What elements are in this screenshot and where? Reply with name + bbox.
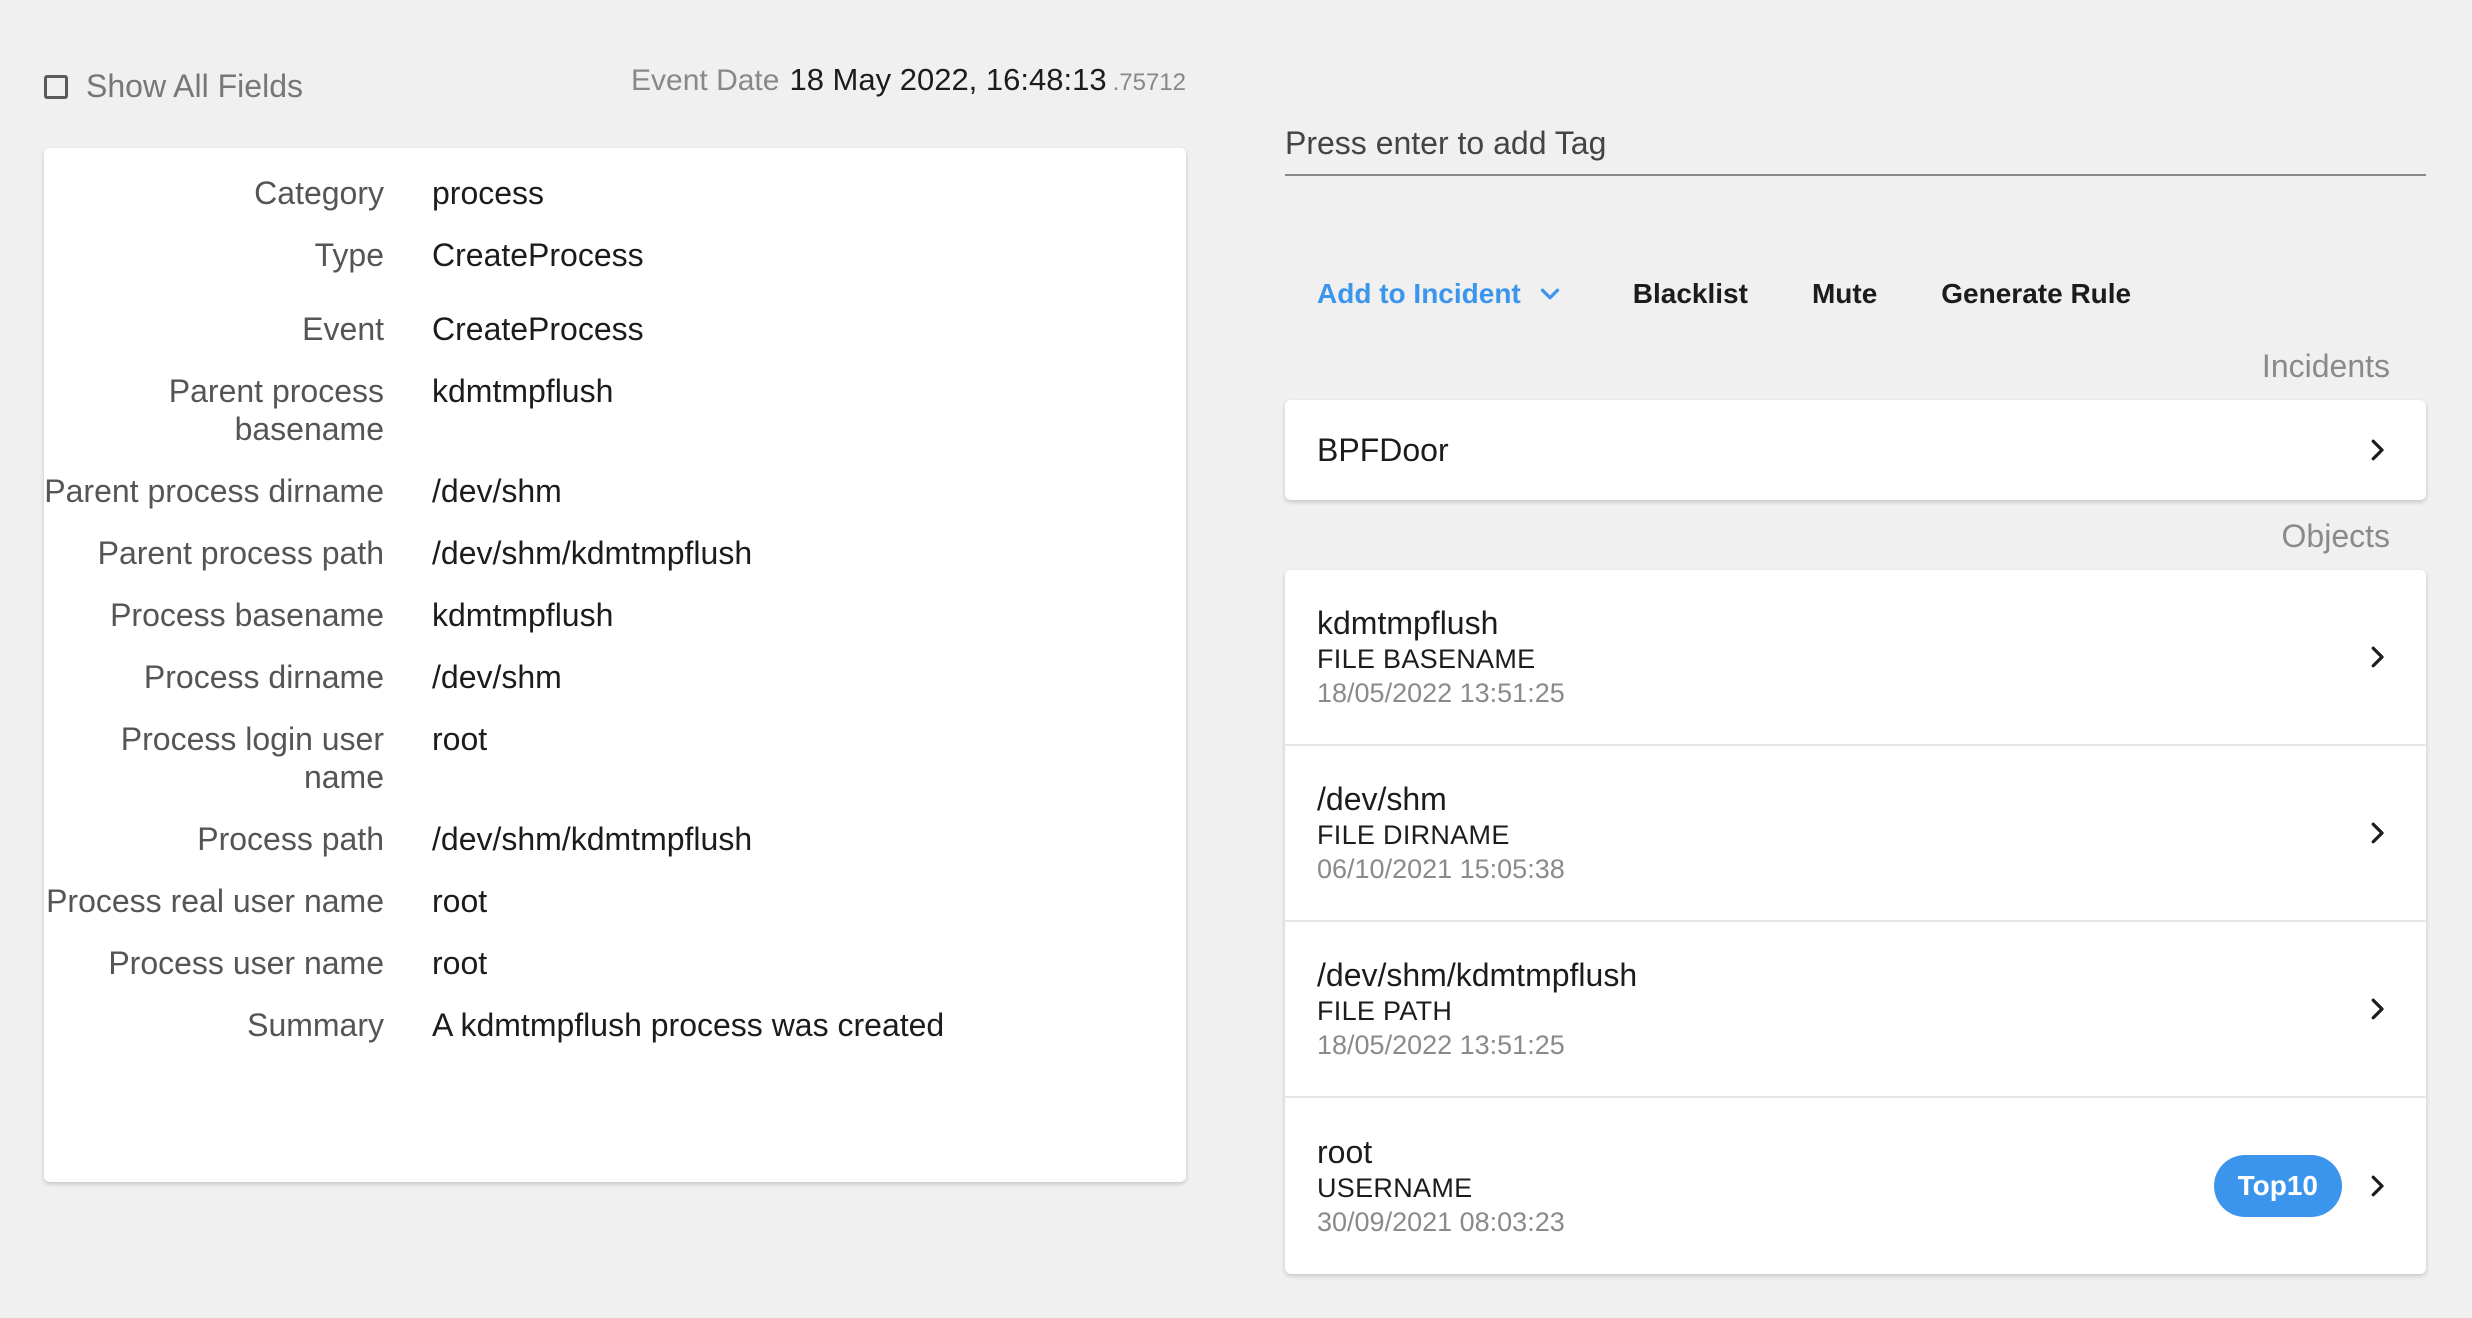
field-row: Parent process dirname /dev/shm (44, 472, 1186, 510)
field-key: Process user name (108, 945, 384, 981)
object-date: 18/05/2022 13:51:25 (1317, 678, 1565, 708)
field-key: Process login user name (120, 721, 384, 795)
field-value: /dev/shm (432, 473, 562, 509)
objects-list: kdmtmpflush FILE BASENAME 18/05/2022 13:… (1285, 570, 2426, 1274)
object-name: /dev/shm/kdmtmpflush (1317, 957, 1638, 993)
object-name: kdmtmpflush (1317, 605, 1499, 641)
field-key: Process real user name (46, 883, 384, 919)
object-type: USERNAME (1317, 1173, 1473, 1203)
right-panel: Add to Incident Blacklist Mute Generate … (1285, 0, 2426, 1318)
field-key: Parent process path (97, 535, 384, 571)
add-to-incident-button[interactable]: Add to Incident (1317, 278, 1565, 310)
field-row: Event CreateProcess (44, 310, 1186, 348)
field-value: A kdmtmpflush process was created (432, 1007, 945, 1043)
field-key: Summary (247, 1007, 384, 1043)
field-row: Process path /dev/shm/kdmtmpflush (44, 820, 1186, 858)
field-key: Event (302, 311, 384, 347)
object-type: FILE PATH (1317, 996, 1453, 1026)
incident-name: BPFDoor (1317, 431, 1449, 468)
field-value: root (432, 721, 488, 757)
object-item[interactable]: root USERNAME 30/09/2021 08:03:23 Top10 (1285, 1098, 2426, 1274)
field-row: Process real user name root (44, 882, 1186, 920)
object-text: /dev/shm/kdmtmpflush FILE PATH 18/05/202… (1317, 956, 1637, 1062)
object-date: 06/10/2021 15:05:38 (1317, 854, 1565, 884)
add-to-incident-label: Add to Incident (1317, 278, 1521, 309)
field-value: kdmtmpflush (432, 373, 614, 409)
event-date-label: Event Date (631, 64, 780, 97)
incident-item[interactable]: BPFDoor (1285, 400, 2426, 500)
object-actions (2360, 640, 2394, 674)
objects-section-label: Objects (2281, 518, 2390, 554)
field-value: CreateProcess (432, 311, 644, 347)
add-tag-input[interactable] (1285, 112, 2426, 176)
object-text: root USERNAME 30/09/2021 08:03:23 (1317, 1133, 1565, 1239)
chevron-right-icon[interactable] (2360, 816, 2394, 850)
field-key: Process path (197, 821, 384, 857)
field-row: Process user name root (44, 944, 1186, 982)
object-actions (2360, 816, 2394, 850)
field-key: Parent process basename (168, 373, 384, 447)
object-name: root (1317, 1134, 1373, 1170)
field-row: Process login user name root (44, 720, 1186, 796)
incidents-section-label: Incidents (2261, 348, 2390, 384)
show-all-fields-checkbox[interactable]: Show All Fields (44, 68, 303, 105)
object-date: 30/09/2021 08:03:23 (1317, 1207, 1565, 1237)
top10-badge[interactable]: Top10 (2213, 1155, 2342, 1217)
field-key: Process basename (110, 597, 384, 633)
generate-rule-button[interactable]: Generate Rule (1941, 278, 2131, 310)
object-text: kdmtmpflush FILE BASENAME 18/05/2022 13:… (1317, 604, 1565, 710)
show-all-fields-label: Show All Fields (86, 68, 303, 104)
chevron-right-icon[interactable] (2360, 1169, 2394, 1203)
field-value: kdmtmpflush (432, 597, 614, 633)
field-key: Category (254, 175, 384, 211)
field-value: /dev/shm (432, 659, 562, 695)
object-actions (2360, 992, 2394, 1026)
chevron-right-icon[interactable] (2360, 992, 2394, 1026)
field-row: Process basename kdmtmpflush (44, 596, 1186, 634)
field-row: Category process (44, 174, 1186, 212)
field-row: Type CreateProcess (44, 236, 1186, 274)
object-name: /dev/shm (1317, 781, 1447, 817)
mute-button[interactable]: Mute (1812, 278, 1877, 310)
event-fields-card: Category process Type CreateProcess Even… (44, 148, 1186, 1182)
field-value: /dev/shm/kdmtmpflush (432, 821, 753, 857)
chevron-right-icon[interactable] (2360, 433, 2394, 467)
event-date-milliseconds: .75712 (1112, 69, 1186, 96)
action-bar: Add to Incident Blacklist Mute Generate … (1317, 272, 2131, 316)
event-date-value: 18 May 2022, 16:48:13 (789, 62, 1107, 97)
chevron-right-icon[interactable] (2360, 640, 2394, 674)
object-item[interactable]: /dev/shm FILE DIRNAME 06/10/2021 15:05:3… (1285, 746, 2426, 922)
object-type: FILE DIRNAME (1317, 820, 1510, 850)
object-item[interactable]: kdmtmpflush FILE BASENAME 18/05/2022 13:… (1285, 570, 2426, 746)
field-key: Process dirname (143, 659, 384, 695)
field-row: Process dirname /dev/shm (44, 658, 1186, 696)
field-value: process (432, 175, 545, 211)
field-value: /dev/shm/kdmtmpflush (432, 535, 753, 571)
object-item[interactable]: /dev/shm/kdmtmpflush FILE PATH 18/05/202… (1285, 922, 2426, 1098)
field-row: Parent process basename kdmtmpflush (44, 372, 1186, 448)
field-key: Parent process dirname (44, 473, 384, 509)
chevron-down-icon (1540, 288, 1559, 300)
field-value: root (432, 883, 488, 919)
blacklist-button[interactable]: Blacklist (1633, 278, 1748, 310)
object-actions: Top10 (2213, 1155, 2394, 1217)
field-row: Summary A kdmtmpflush process was create… (44, 1006, 1186, 1044)
field-row: Parent process path /dev/shm/kdmtmpflush (44, 534, 1186, 572)
object-type: FILE BASENAME (1317, 644, 1536, 674)
field-value: root (432, 945, 488, 981)
checkbox-icon[interactable] (44, 74, 68, 99)
event-date: Event Date 18 May 2022, 16:48:13 .75712 (631, 62, 1186, 98)
field-value: CreateProcess (432, 237, 644, 273)
object-date: 18/05/2022 13:51:25 (1317, 1030, 1565, 1060)
event-header: Show All Fields Event Date 18 May 2022, … (44, 62, 1186, 108)
field-key: Type (314, 237, 384, 273)
object-text: /dev/shm FILE DIRNAME 06/10/2021 15:05:3… (1317, 780, 1565, 886)
